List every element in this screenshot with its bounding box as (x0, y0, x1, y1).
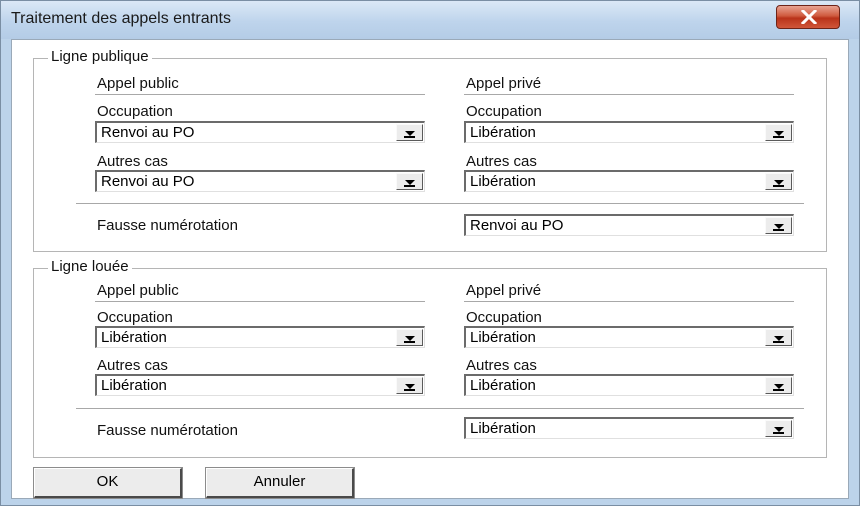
dropdown-button[interactable] (765, 377, 792, 394)
selected-value: Libération (470, 377, 536, 394)
private-call-divider (464, 301, 794, 303)
dropdown-bar (773, 389, 784, 391)
public-line-legend: Ligne publique (48, 48, 152, 65)
dialog-window: Traitement des appels entrants Ligne pub… (0, 0, 860, 506)
public-wrong-number-select[interactable]: Renvoi au PO (464, 214, 794, 236)
public-call-occupation-select[interactable]: Libération (95, 326, 425, 348)
public-call-header: Appel public (97, 282, 179, 299)
wrong-number-divider (76, 203, 804, 205)
dropdown-bar (404, 389, 415, 391)
wrong-number-label: Fausse numérotation (97, 217, 238, 234)
public-call-header: Appel public (97, 75, 179, 92)
private-call-other-label: Autres cas (466, 357, 537, 374)
dropdown-button[interactable] (396, 124, 423, 141)
dropdown-bar (773, 136, 784, 138)
public-call-divider (95, 94, 425, 96)
private-call-other-label: Autres cas (466, 153, 537, 170)
cancel-button[interactable]: Annuler (206, 468, 354, 498)
close-button[interactable] (776, 5, 840, 29)
selected-value: Libération (101, 329, 167, 346)
selected-value: Libération (470, 329, 536, 346)
public-call-other-label: Autres cas (97, 153, 168, 170)
selected-value: Libération (470, 173, 536, 190)
dropdown-button[interactable] (765, 173, 792, 190)
title-bar[interactable]: Traitement des appels entrants (1, 1, 859, 39)
ok-button[interactable]: OK (34, 468, 182, 498)
wrong-number-label: Fausse numérotation (97, 422, 238, 439)
public-line-group: Ligne publique Appel public Occupation R… (33, 48, 827, 252)
private-call-header: Appel privé (466, 282, 542, 299)
selected-value: Libération (470, 420, 536, 437)
private-call-divider (464, 94, 794, 96)
dialog-body: Ligne publique Appel public Occupation R… (11, 39, 849, 499)
dropdown-bar (773, 432, 784, 434)
public-call-other-label: Autres cas (97, 357, 168, 374)
dropdown-bar (773, 185, 784, 187)
selected-value: Libération (101, 377, 167, 394)
dropdown-button[interactable] (765, 420, 792, 437)
dropdown-button[interactable] (765, 329, 792, 346)
dropdown-button[interactable] (765, 217, 792, 234)
dropdown-bar (773, 229, 784, 231)
selected-value: Libération (470, 124, 536, 141)
public-call-occupation-label: Occupation (97, 309, 173, 326)
private-call-occupation-label: Occupation (466, 103, 542, 120)
leased-line-group: Ligne louée Appel public Occupation Libé… (33, 258, 827, 458)
public-call-divider (95, 301, 425, 303)
wrong-number-divider (76, 408, 804, 410)
public-call-other-select[interactable]: Libération (95, 374, 425, 396)
dropdown-bar (404, 341, 415, 343)
private-call-occupation-label: Occupation (466, 309, 542, 326)
dropdown-bar (404, 136, 415, 138)
leased-wrong-number-select[interactable]: Libération (464, 417, 794, 439)
close-icon (801, 10, 817, 24)
public-call-occupation-label: Occupation (97, 103, 173, 120)
private-call-other-select[interactable]: Libération (464, 374, 794, 396)
leased-line-legend: Ligne louée (48, 258, 132, 275)
dropdown-bar (773, 341, 784, 343)
selected-value: Renvoi au PO (101, 173, 195, 190)
dropdown-bar (404, 185, 415, 187)
window-title: Traitement des appels entrants (11, 10, 231, 27)
dropdown-button[interactable] (396, 329, 423, 346)
dropdown-button[interactable] (396, 173, 423, 190)
private-call-header: Appel privé (466, 75, 542, 92)
public-call-other-select[interactable]: Renvoi au PO (95, 170, 425, 192)
selected-value: Renvoi au PO (470, 217, 564, 234)
selected-value: Renvoi au PO (101, 124, 195, 141)
private-call-other-select[interactable]: Libération (464, 170, 794, 192)
dropdown-button[interactable] (396, 377, 423, 394)
public-call-occupation-select[interactable]: Renvoi au PO (95, 121, 425, 143)
private-call-occupation-select[interactable]: Libération (464, 121, 794, 143)
dropdown-button[interactable] (765, 124, 792, 141)
private-call-occupation-select[interactable]: Libération (464, 326, 794, 348)
